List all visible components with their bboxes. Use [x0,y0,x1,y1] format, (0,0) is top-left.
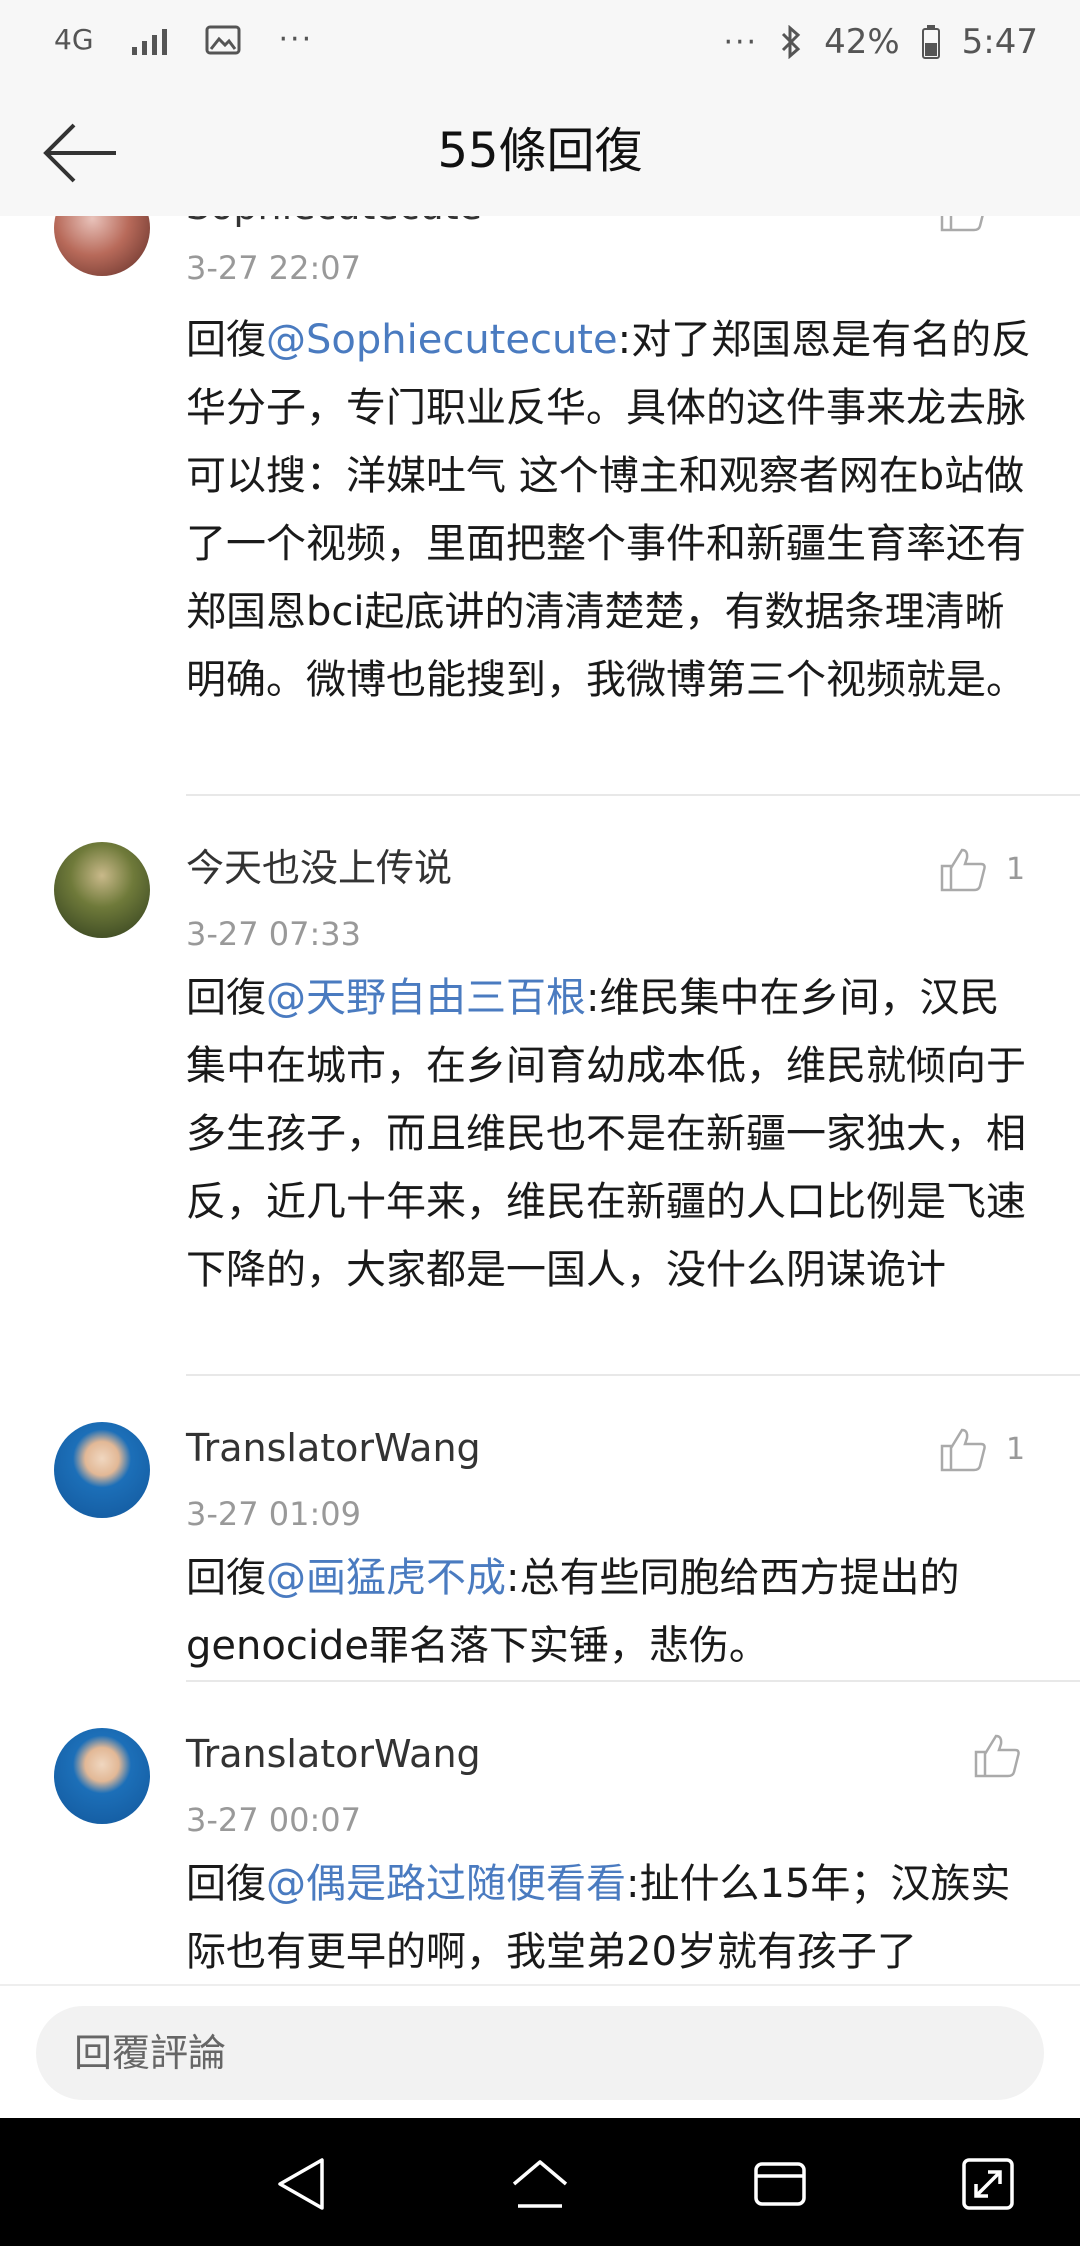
username[interactable]: 今天也没上传说 [186,844,452,892]
notification-dots: ··· [278,22,314,57]
mention-link[interactable]: @Sophiecutecute [266,317,618,363]
mention-link[interactable]: @天野自由三百根 [266,975,586,1021]
comment-time: 3-27 07:33 [186,915,362,953]
comment-time: 3-27 01:09 [186,1495,362,1533]
expand-icon [962,2158,1014,2210]
avatar[interactable] [54,1728,150,1824]
reply-bar [0,1984,1080,2120]
mention-link[interactable]: @偶是路过随便看看 [266,1861,626,1907]
nav-recents-button[interactable] [750,2156,810,2212]
page-title: 55條回復 [437,123,643,179]
avatar[interactable] [54,216,150,276]
thumbs-up-icon [940,848,986,892]
reply-prefix: 回復 [186,975,266,1021]
comment-body: 回復@Sophiecutecute:对了郑国恩是有名的反华分子，专门职业反华。具… [186,306,1036,714]
battery-icon [921,25,940,59]
reply-input[interactable] [36,2006,1044,2100]
thumbs-up-icon [940,1428,986,1472]
reply-prefix: 回復 [186,1555,266,1601]
username[interactable]: TranslatorWang [186,1424,481,1472]
nav-home-button[interactable] [510,2156,570,2212]
username[interactable]: TranslatorWang [186,1730,481,1778]
comment-body: 回復@画猛虎不成:总有些同胞给西方提出的genocide罪名落下实锤，悲伤。 [186,1544,1036,1680]
like-button[interactable]: 1 [938,1426,1025,1472]
comment-body: 回復@偶是路过随便看看:扯什么15年；汉族实际也有更早的啊，我堂弟20岁就有孩子… [186,1850,1036,1984]
like-button[interactable] [972,1732,1022,1778]
clock: 5:47 [961,22,1038,62]
thumbs-up-icon [974,1734,1020,1778]
like-button[interactable] [938,216,988,232]
comment-item: Sophiecutecute 3-27 22:07 回復@Sophiecutec… [0,216,1080,798]
reply-prefix: 回復 [186,1861,266,1907]
comment-text: :对了郑国恩是有名的反华分子，专门职业反华。具体的这件事来龙去脉可以搜：洋媒吐气… [186,317,1032,703]
status-dots: ··· [723,24,759,60]
comment-item: TranslatorWang 3-27 00:07 回復@偶是路过随便看看:扯什… [0,1682,1080,1984]
image-icon [205,25,241,55]
nav-back-button[interactable] [272,2156,332,2212]
system-nav-bar [0,2118,1080,2246]
like-button[interactable]: 1 [938,846,1025,892]
back-triangle-icon [278,2158,324,2210]
comment-item: TranslatorWang 1 3-27 01:09 回復@画猛虎不成:总有些… [0,1376,1080,1682]
battery-percent: 42% [824,22,900,62]
comment-time: 3-27 22:07 [186,249,362,287]
header: 55條回復 [0,90,1080,218]
network-type: 4G [54,22,94,56]
like-count: 1 [1006,1431,1026,1467]
nav-expand-button[interactable] [958,2156,1018,2212]
thumbs-up-icon [940,216,984,232]
reply-prefix: 回復 [186,317,266,363]
mention-link[interactable]: @画猛虎不成 [266,1555,506,1601]
comment-text: :维民集中在乡间，汉民集中在城市，在乡间育幼成本低，维民就倾向于多生孩子，而且维… [186,975,1026,1293]
bluetooth-icon [780,25,802,59]
signal-icon [131,25,167,55]
like-count: 1 [1006,851,1026,887]
comment-body: 回復@天野自由三百根:维民集中在乡间，汉民集中在城市，在乡间育幼成本低，维民就倾… [186,964,1036,1304]
username[interactable]: Sophiecutecute [186,216,482,230]
avatar[interactable] [54,1422,150,1518]
home-icon [512,2160,568,2208]
comment-item: 今天也没上传说 1 3-27 07:33 回復@天野自由三百根:维民集中在乡间，… [0,796,1080,1376]
comment-list[interactable]: Sophiecutecute 3-27 22:07 回復@Sophiecutec… [0,216,1080,1984]
status-bar: 4G ··· ··· 42% 5:47 [0,0,1080,90]
comment-time: 3-27 00:07 [186,1801,362,1839]
avatar[interactable] [54,842,150,938]
recents-icon [754,2162,806,2206]
